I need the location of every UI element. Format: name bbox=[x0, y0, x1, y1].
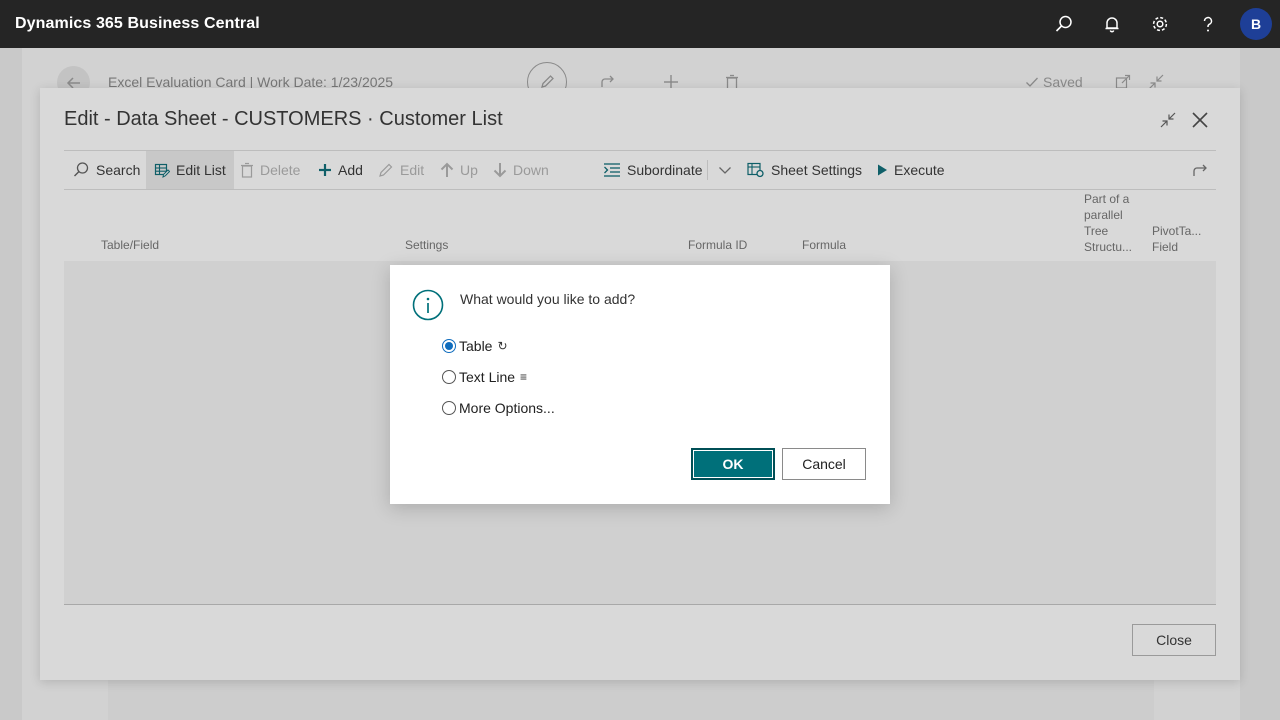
option-text-line[interactable]: Text Line ≡ bbox=[442, 369, 527, 385]
bell-icon[interactable] bbox=[1088, 0, 1136, 48]
edit-action[interactable]: Edit bbox=[370, 151, 432, 189]
column-header-parallel-line2: parallel bbox=[1084, 208, 1123, 222]
pencil-icon bbox=[379, 163, 393, 177]
action-bar-bottom-divider bbox=[64, 189, 1216, 190]
column-header-formula-id[interactable]: Formula ID bbox=[688, 237, 747, 253]
check-icon bbox=[1026, 77, 1038, 87]
column-header-pivot-line1: PivotTa... bbox=[1152, 224, 1202, 238]
search-action-label: Search bbox=[96, 162, 141, 178]
more-actions-button[interactable] bbox=[708, 151, 742, 189]
edit-list-action-label: Edit List bbox=[176, 162, 226, 178]
delete-trash-icon bbox=[241, 162, 253, 178]
sheet-settings-action[interactable]: Sheet Settings bbox=[739, 151, 870, 189]
background-content-strip bbox=[108, 680, 1154, 720]
down-action[interactable]: Down bbox=[485, 151, 557, 189]
app-bar: Dynamics 365 Business Central B bbox=[0, 0, 1280, 48]
execute-action-label: Execute bbox=[894, 162, 945, 178]
share-action[interactable] bbox=[1184, 151, 1218, 189]
search-icon bbox=[74, 162, 89, 177]
close-icon[interactable] bbox=[1188, 108, 1212, 132]
app-brand[interactable]: Dynamics 365 Business Central bbox=[15, 15, 260, 33]
column-header-parallel-line1: Part of a bbox=[1084, 192, 1130, 206]
dialog-question: What would you like to add? bbox=[460, 291, 636, 307]
radio-table[interactable] bbox=[442, 339, 456, 353]
column-header-pivot-line2: Field bbox=[1152, 240, 1179, 254]
column-header-formula[interactable]: Formula bbox=[802, 237, 846, 253]
option-more-options-label: More Options... bbox=[459, 400, 555, 416]
column-header-parallel-tree[interactable]: Part of a parallel Tree Structu... bbox=[1084, 191, 1132, 255]
help-icon[interactable] bbox=[1184, 0, 1232, 48]
up-action-label: Up bbox=[460, 162, 478, 178]
collapse-icon[interactable] bbox=[1156, 108, 1180, 132]
add-dialog: What would you like to add? Table ↻ Text… bbox=[390, 265, 890, 504]
option-more-options[interactable]: More Options... bbox=[442, 400, 555, 416]
play-icon bbox=[878, 164, 887, 176]
add-action-label: Add bbox=[338, 162, 363, 178]
edit-list-icon bbox=[154, 163, 170, 178]
column-header-parallel-line3: Tree bbox=[1084, 224, 1109, 238]
edit-list-action[interactable]: Edit List bbox=[146, 151, 234, 189]
sheet-settings-icon bbox=[747, 162, 764, 178]
column-header-pivot-field[interactable]: PivotTa... Field bbox=[1152, 223, 1201, 255]
up-action[interactable]: Up bbox=[432, 151, 486, 189]
down-action-label: Down bbox=[513, 162, 549, 178]
background-left-gutter bbox=[0, 48, 22, 720]
avatar[interactable]: B bbox=[1240, 8, 1272, 40]
column-header-settings[interactable]: Settings bbox=[405, 237, 448, 253]
cancel-button[interactable]: Cancel bbox=[782, 448, 866, 480]
subordinate-action-label: Subordinate bbox=[627, 162, 703, 178]
option-table[interactable]: Table ↻ bbox=[442, 338, 508, 354]
column-header-table-field[interactable]: Table/Field bbox=[101, 237, 159, 253]
option-text-line-label: Text Line bbox=[459, 369, 516, 385]
search-icon[interactable] bbox=[1040, 0, 1088, 48]
info-icon bbox=[412, 289, 444, 321]
subordinate-action[interactable]: Subordinate bbox=[595, 151, 711, 189]
radio-more-options[interactable] bbox=[442, 401, 456, 415]
delete-action-label: Delete bbox=[260, 162, 301, 178]
close-button[interactable]: Close bbox=[1132, 624, 1216, 656]
radio-text-line[interactable] bbox=[442, 370, 456, 384]
app-bar-tools: B bbox=[1040, 0, 1280, 48]
delete-action[interactable]: Delete bbox=[232, 151, 308, 189]
search-action[interactable]: Search bbox=[64, 151, 148, 189]
lines-icon: ≡ bbox=[520, 370, 528, 384]
sheet-settings-action-label: Sheet Settings bbox=[771, 162, 863, 178]
chevron-down-icon bbox=[719, 167, 731, 174]
arrow-up-icon bbox=[440, 162, 454, 177]
action-bar: Search Edit List Delete Add Edit Up Down bbox=[64, 151, 1216, 189]
add-action[interactable]: Add bbox=[310, 151, 371, 189]
refresh-icon: ↻ bbox=[497, 339, 508, 353]
option-table-label: Table bbox=[459, 338, 493, 354]
share-icon bbox=[1193, 164, 1207, 176]
column-header-parallel-line4: Structu... bbox=[1084, 240, 1133, 254]
gear-icon[interactable] bbox=[1136, 0, 1184, 48]
background-right-gutter bbox=[1240, 48, 1280, 720]
panel-title: Edit - Data Sheet - CUSTOMERS · Customer… bbox=[64, 108, 503, 130]
plus-icon bbox=[319, 164, 331, 176]
arrow-down-icon bbox=[493, 163, 507, 178]
list-grid-bottom-border bbox=[64, 604, 1216, 605]
ok-button[interactable]: OK bbox=[691, 448, 775, 480]
execute-action[interactable]: Execute bbox=[868, 151, 953, 189]
edit-action-label: Edit bbox=[400, 162, 425, 178]
indent-icon bbox=[604, 163, 620, 177]
